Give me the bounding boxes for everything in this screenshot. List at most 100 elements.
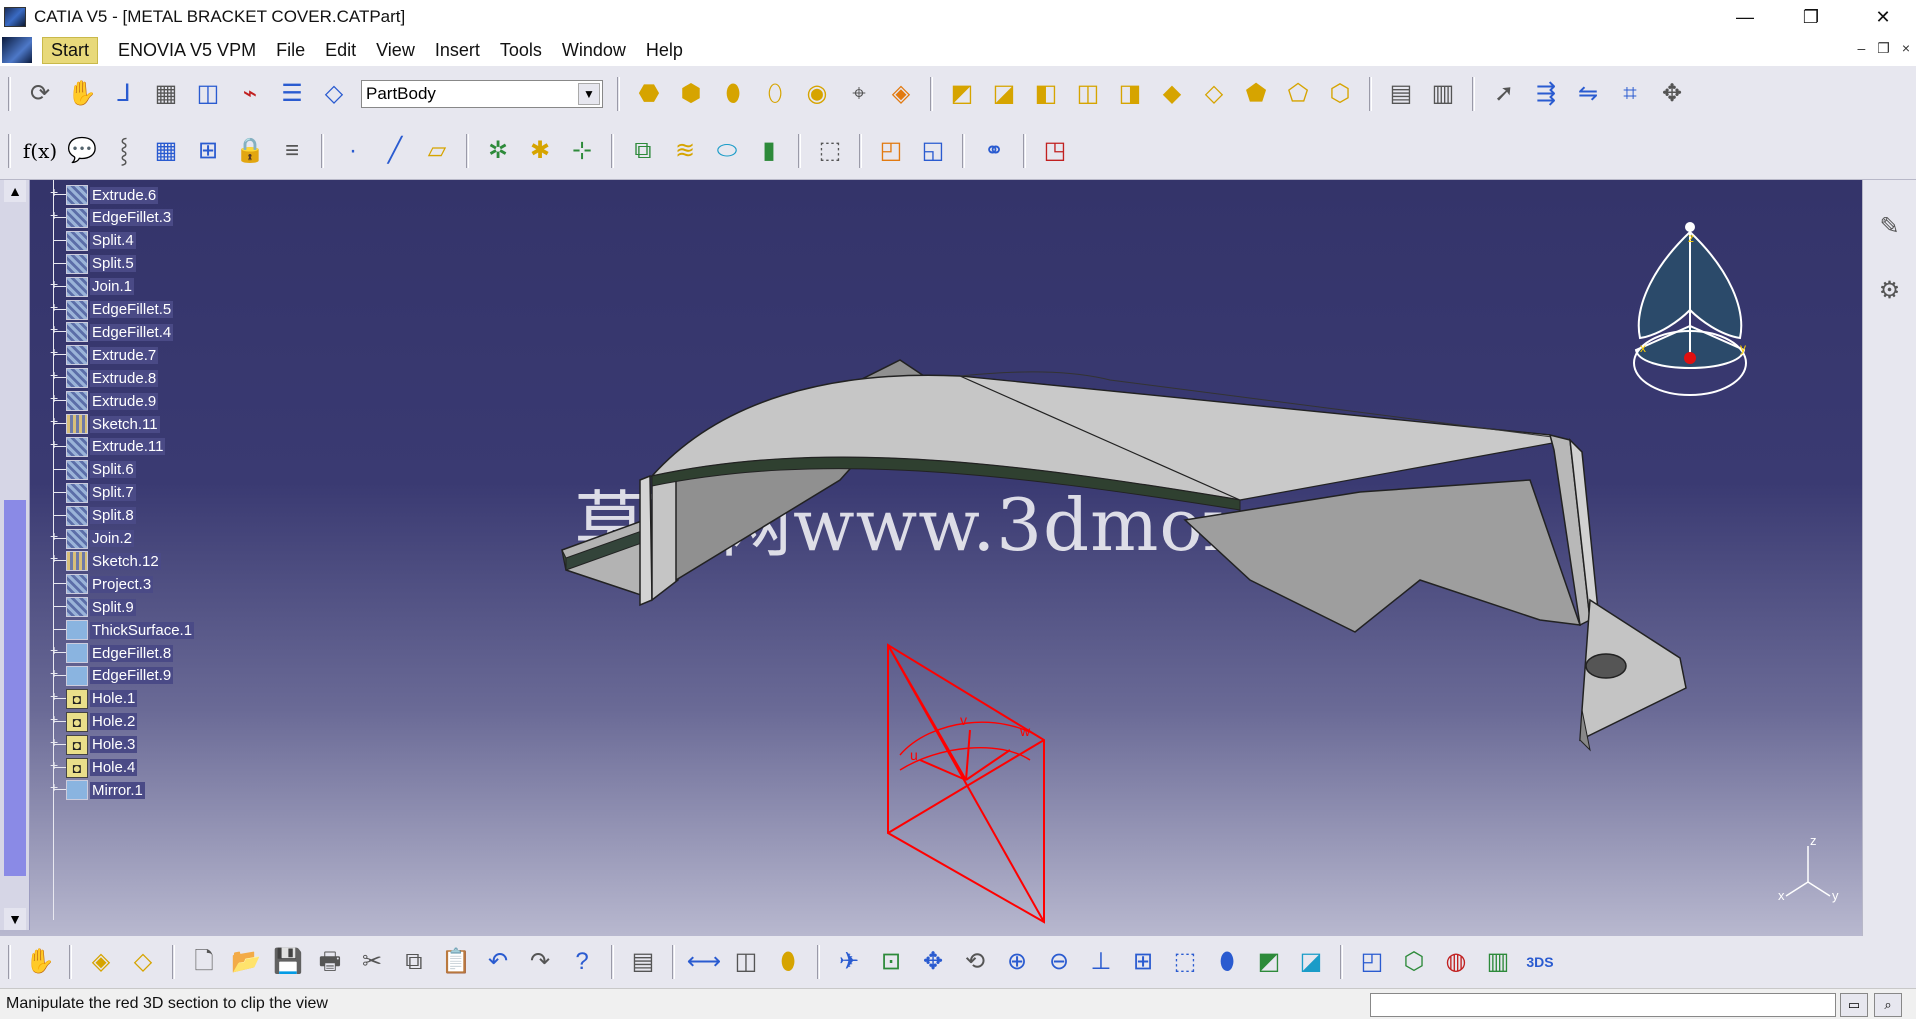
menu-window[interactable]: Window <box>562 40 626 61</box>
status-search-icon[interactable]: ⌕ <box>1874 993 1902 1017</box>
layer-icon[interactable]: ◈ <box>84 945 118 979</box>
menu-tools[interactable]: Tools <box>500 40 542 61</box>
constraint-icon[interactable]: ⇋ <box>1571 77 1605 111</box>
settings-gear-icon[interactable]: ⚙ <box>1873 274 1907 308</box>
catalog-icon[interactable]: ◳ <box>1038 134 1072 168</box>
parts-list-icon[interactable]: ▤ <box>626 945 660 979</box>
render-scene-icon[interactable]: ◍ <box>1439 945 1473 979</box>
hide-show-icon[interactable]: ◩ <box>1252 945 1286 979</box>
copy-icon[interactable]: ⧉ <box>397 945 431 979</box>
comment-icon[interactable]: 💬 <box>65 134 99 168</box>
toolbar-grip[interactable] <box>8 133 11 168</box>
design-table-icon[interactable]: ▦ <box>149 134 183 168</box>
close-surface-icon[interactable]: ⬡ <box>1323 77 1357 111</box>
equation-icon[interactable]: ≡ <box>275 134 309 168</box>
measure-inertia-icon[interactable]: ⬮ <box>771 945 805 979</box>
document-close-button[interactable]: × <box>1902 40 1910 57</box>
menu-help[interactable]: Help <box>646 40 683 61</box>
split-solid-icon[interactable]: ⬟ <box>1239 77 1273 111</box>
menu-file[interactable]: File <box>276 40 305 61</box>
paste-icon[interactable]: 📋 <box>439 945 473 979</box>
pan-icon[interactable]: ✥ <box>916 945 950 979</box>
pan-hand-icon[interactable]: ✋ <box>65 77 99 111</box>
chamfer-icon[interactable]: ◪ <box>987 77 1021 111</box>
undo-icon[interactable]: ↶ <box>481 945 515 979</box>
thick-surface-tool-icon[interactable]: ⬠ <box>1281 77 1315 111</box>
redo-icon[interactable]: ↷ <box>523 945 557 979</box>
measure-between-icon[interactable]: ⟷ <box>687 945 721 979</box>
cut-icon[interactable]: ✂ <box>355 945 389 979</box>
boolean-add-icon[interactable]: ⧉ <box>626 134 660 168</box>
fit-all-icon[interactable]: ⊡ <box>874 945 908 979</box>
toolbar-grip[interactable] <box>321 133 324 168</box>
red-section-clip-box[interactable] <box>887 643 1045 924</box>
print-icon[interactable]: 🖶 <box>313 945 347 979</box>
table-icon[interactable]: ▦ <box>149 77 183 111</box>
union-trim-icon[interactable]: ▮ <box>752 134 786 168</box>
fly-mode-icon[interactable]: ✈ <box>832 945 866 979</box>
toolbar-grip[interactable] <box>962 133 965 168</box>
toolbar-grip[interactable] <box>8 77 11 111</box>
document-restore-button[interactable]: ❐ <box>1877 40 1890 57</box>
window-maximize-button[interactable]: ❐ <box>1778 0 1844 34</box>
render-icon[interactable]: ⚭ <box>977 134 1011 168</box>
toolbar-grip[interactable] <box>672 945 675 979</box>
update-icon[interactable]: ⟳ <box>23 77 57 111</box>
toolbar-grip[interactable] <box>8 945 11 979</box>
toolbar-grip[interactable] <box>859 133 862 168</box>
open-folder-icon[interactable]: 📂 <box>229 945 263 979</box>
slot-icon[interactable]: ◈ <box>884 77 918 111</box>
scale-icon[interactable]: ⊹ <box>565 134 599 168</box>
3d-viewport[interactable]: ▲ ▼ Extrude.6EdgeFillet.3Split.4Split.5J… <box>0 180 1862 936</box>
rotate-icon[interactable]: ⟲ <box>958 945 992 979</box>
shading-icon[interactable]: ⬮ <box>1210 945 1244 979</box>
line-icon[interactable]: ╱ <box>378 134 412 168</box>
apply-material-icon[interactable]: ◰ <box>874 134 908 168</box>
toolbar-grip[interactable] <box>617 77 620 111</box>
point-icon[interactable]: · <box>336 134 370 168</box>
normal-view-icon[interactable]: ⊥ <box>1084 945 1118 979</box>
assemble-icon[interactable]: ⬚ <box>813 134 847 168</box>
window-close-button[interactable]: ✕ <box>1850 0 1916 34</box>
compass-widget[interactable]: z x y <box>1633 222 1747 396</box>
toolbar-grip[interactable] <box>1340 945 1343 979</box>
multi-view-icon[interactable]: ⊞ <box>1126 945 1160 979</box>
plane-ref-icon[interactable]: ▱ <box>420 134 454 168</box>
toolbar-grip[interactable] <box>1369 77 1372 111</box>
grid-icon[interactable]: ⌗ <box>1613 77 1647 111</box>
boolean-remove-icon[interactable]: ≋ <box>668 134 702 168</box>
new-document-icon[interactable]: 🗋 <box>187 945 221 979</box>
formula-icon[interactable]: f(x) <box>23 134 57 168</box>
list-icon[interactable]: ☰ <box>275 77 309 111</box>
toolbar-grip[interactable] <box>172 945 175 979</box>
sketcher-icon[interactable]: ✎ <box>1873 210 1907 244</box>
point-line-icon[interactable]: ⌁ <box>233 77 267 111</box>
zoom-in-icon[interactable]: ⊕ <box>1000 945 1034 979</box>
select-arrow-icon[interactable]: ➚ <box>1487 77 1521 111</box>
pocket-icon[interactable]: ⬢ <box>674 77 708 111</box>
pad-icon[interactable]: ⬣ <box>632 77 666 111</box>
books-icon[interactable]: ▥ <box>1481 945 1515 979</box>
analysis-icon[interactable]: ▥ <box>1426 77 1460 111</box>
window-minimize-button[interactable]: — <box>1712 0 1778 34</box>
menu-insert[interactable]: Insert <box>435 40 480 61</box>
toolbar-grip[interactable] <box>1472 77 1475 111</box>
power-input-field[interactable] <box>1370 993 1836 1017</box>
apply-material-bottom-icon[interactable]: ◰ <box>1355 945 1389 979</box>
hand-tool-icon[interactable]: ✋ <box>23 945 57 979</box>
toolbar-grip[interactable] <box>466 133 469 168</box>
knowledge-icon[interactable]: ⸾ <box>107 134 141 168</box>
toolbar-grip[interactable] <box>69 945 72 979</box>
axis-system-icon[interactable]: ⅃ <box>107 77 141 111</box>
menu-start[interactable]: Start <box>42 36 99 64</box>
boolean-intersect-icon[interactable]: ⬭ <box>710 134 744 168</box>
tree-structure-icon[interactable]: ⊞ <box>191 134 225 168</box>
lock-icon[interactable]: 🔒 <box>233 134 267 168</box>
save-icon[interactable]: 💾 <box>271 945 305 979</box>
shell-icon[interactable]: ◫ <box>1071 77 1105 111</box>
map-icon[interactable]: ⬡ <box>1397 945 1431 979</box>
measure-icon[interactable]: ▤ <box>1384 77 1418 111</box>
status-window-icon[interactable]: ▭ <box>1840 993 1868 1017</box>
catia-menu-logo-icon[interactable] <box>2 37 32 63</box>
plane-icon[interactable]: ◇ <box>317 77 351 111</box>
